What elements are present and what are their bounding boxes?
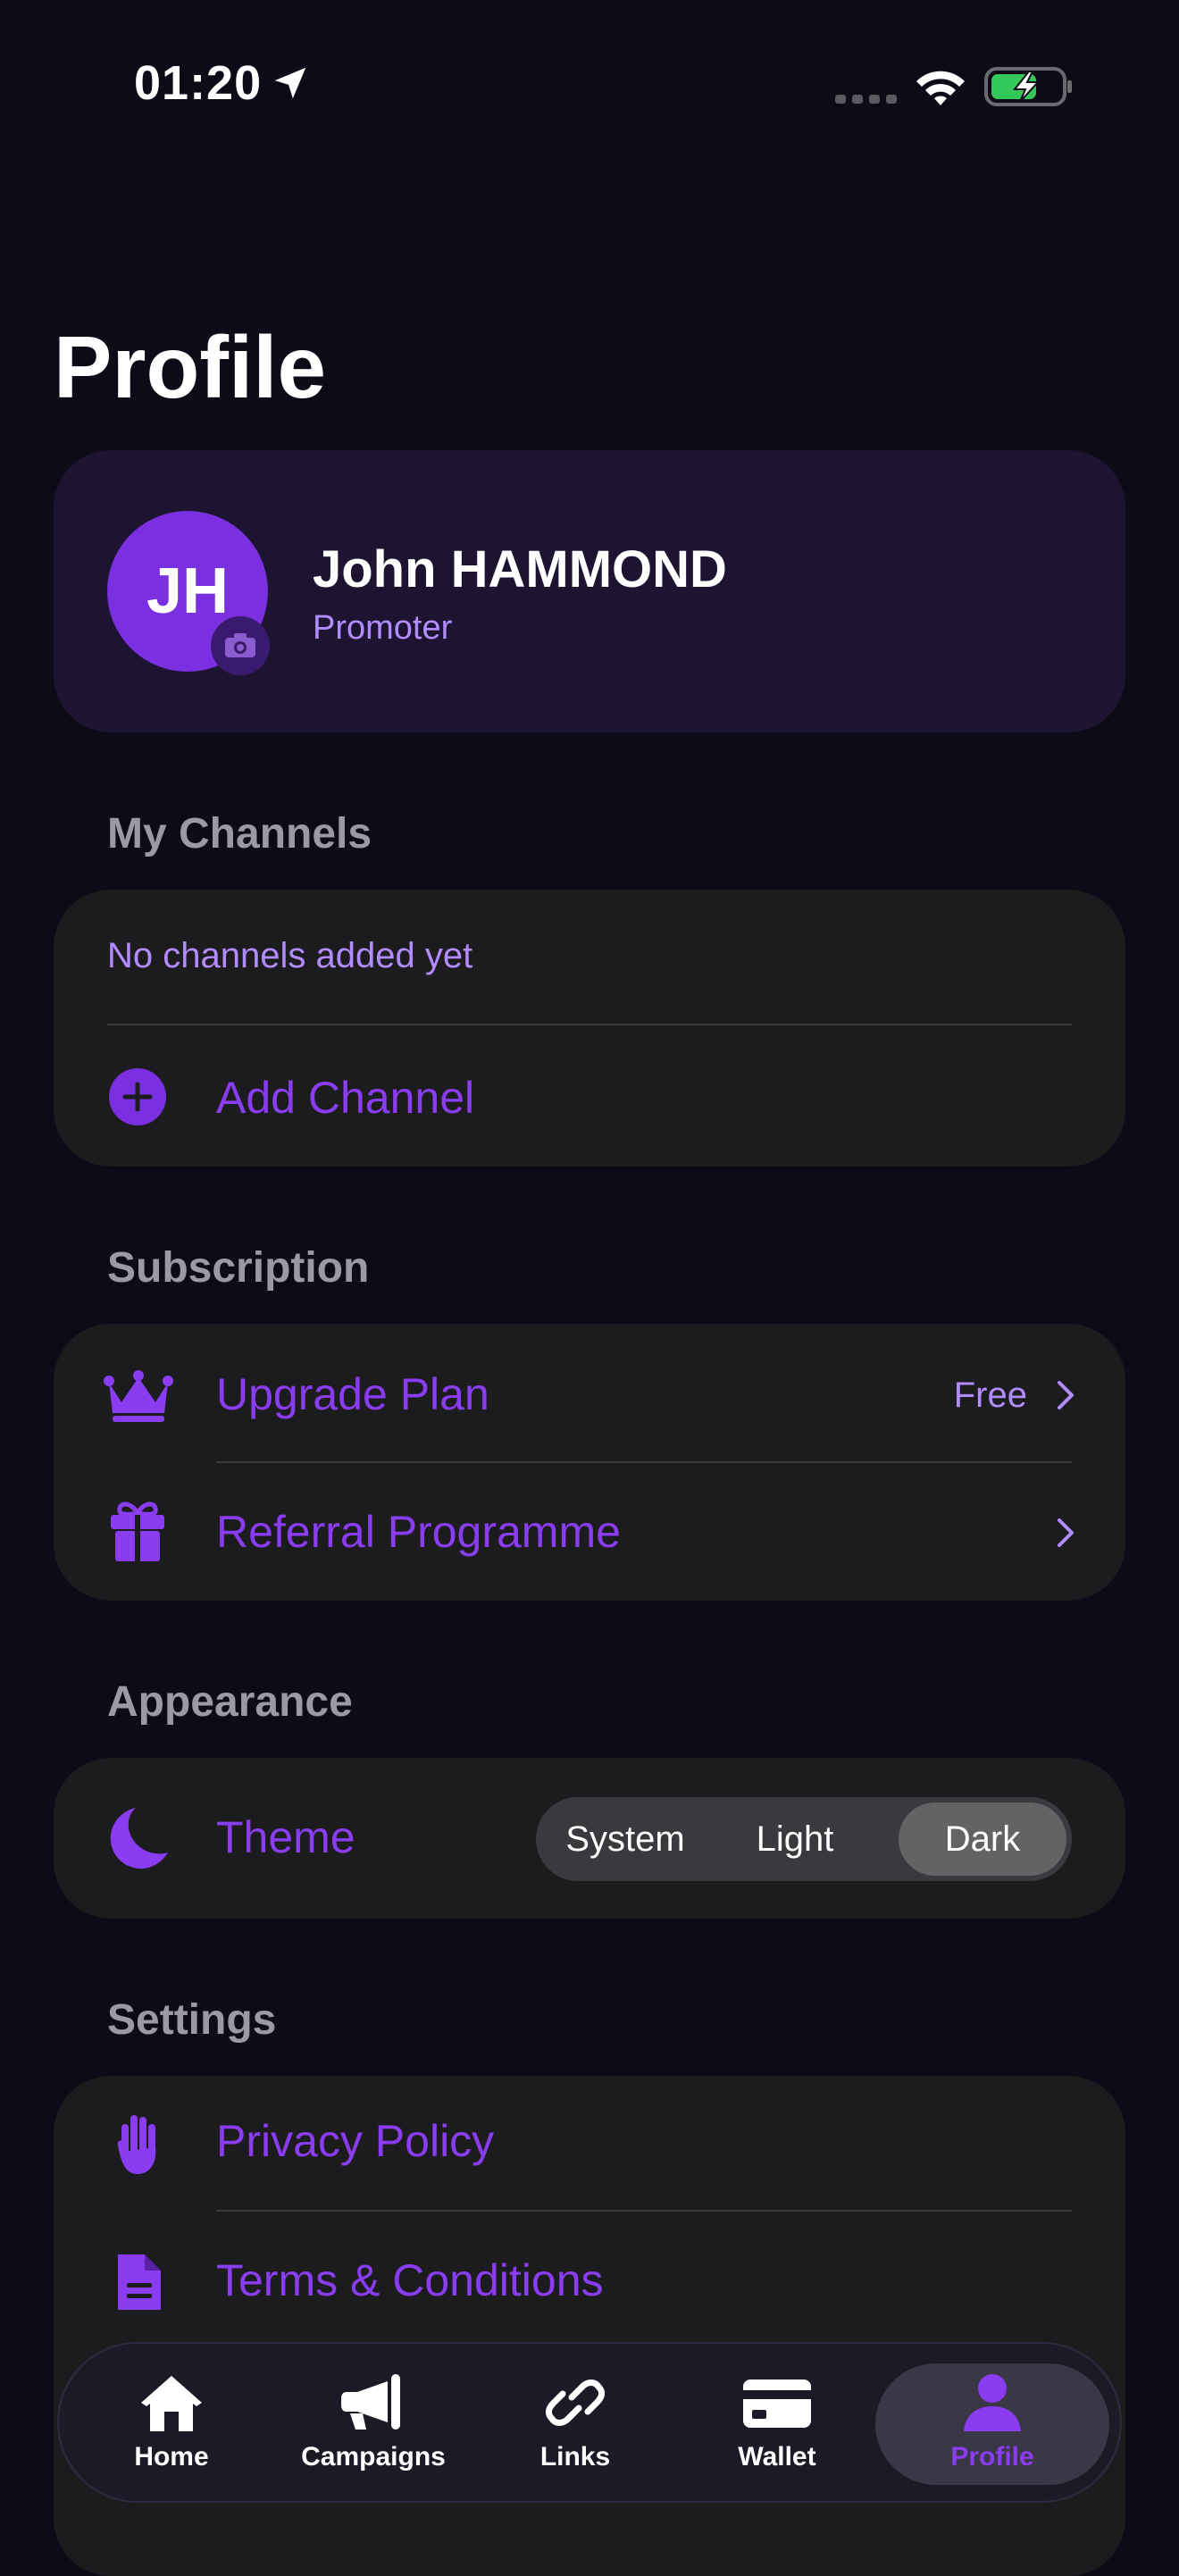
- appearance-card: Theme System Light Dark: [54, 1758, 1125, 1919]
- tab-profile-label: Profile: [950, 2442, 1034, 2471]
- megaphone-icon: [341, 2374, 400, 2430]
- change-photo-button[interactable]: [211, 616, 270, 675]
- page-title: Profile: [54, 318, 326, 416]
- channels-card: No channels added yet Add Channel: [54, 890, 1125, 1167]
- theme-segmented-control[interactable]: System Light Dark: [536, 1797, 1072, 1881]
- person-icon: [964, 2374, 1021, 2431]
- wifi-icon: [916, 71, 965, 105]
- link-icon: [545, 2379, 606, 2426]
- referral-programme-label: Referral Programme: [216, 1507, 621, 1557]
- hand-raised-icon: [117, 2115, 156, 2174]
- status-time: 01:20: [134, 56, 263, 110]
- divider: [107, 1024, 1072, 1025]
- privacy-policy-label: Privacy Policy: [216, 2116, 495, 2166]
- gift-icon: [111, 1501, 164, 1561]
- document-icon: [118, 2254, 161, 2310]
- divider: [216, 1461, 1072, 1463]
- section-label-subscription: Subscription: [107, 1244, 370, 1292]
- avatar-initials: JH: [146, 556, 230, 627]
- divider: [216, 2210, 1072, 2212]
- subscription-card: Upgrade Plan Free Referral Programme: [54, 1324, 1125, 1601]
- add-channel-button[interactable]: Add Channel: [216, 1072, 474, 1124]
- profile-name: John HAMMOND: [313, 540, 727, 598]
- theme-option-dark[interactable]: Dark: [899, 1802, 1066, 1876]
- theme-label: Theme: [216, 1812, 355, 1862]
- upgrade-plan-label: Upgrade Plan: [216, 1369, 489, 1419]
- tab-links-label: Links: [539, 2442, 611, 2471]
- section-label-channels: My Channels: [107, 810, 372, 857]
- status-bar: 01:20: [0, 0, 1179, 170]
- tab-home-label: Home: [134, 2442, 209, 2471]
- tab-bar: Home Campaigns Links Wallet Profile: [57, 2342, 1122, 2503]
- tab-home[interactable]: Home: [73, 2363, 270, 2485]
- plan-value: Free: [953, 1376, 1027, 1415]
- tab-profile[interactable]: Profile: [875, 2363, 1109, 2485]
- no-channels-text: No channels added yet: [107, 936, 473, 975]
- section-label-settings: Settings: [107, 1996, 277, 2044]
- battery-charging-icon: [984, 67, 1072, 106]
- plus-circle-icon: [109, 1068, 166, 1125]
- profile-card[interactable]: JH John HAMMOND Promoter: [54, 450, 1125, 732]
- tab-campaigns-label: Campaigns: [301, 2442, 446, 2471]
- tab-links[interactable]: Links: [477, 2363, 673, 2485]
- tab-wallet-label: Wallet: [738, 2442, 816, 2471]
- tab-wallet[interactable]: Wallet: [679, 2363, 875, 2485]
- chevron-right-icon: [1058, 1381, 1074, 1409]
- profile-role: Promoter: [313, 609, 453, 647]
- home-icon: [141, 2376, 202, 2431]
- location-arrow-icon: [274, 67, 306, 99]
- camera-icon: [225, 633, 255, 657]
- crown-icon: [104, 1370, 173, 1422]
- tab-campaigns[interactable]: Campaigns: [275, 2363, 472, 2485]
- section-label-appearance: Appearance: [107, 1678, 353, 1726]
- wallet-icon: [743, 2379, 811, 2428]
- terms-conditions-label: Terms & Conditions: [216, 2255, 604, 2305]
- chevron-right-icon: [1058, 1518, 1074, 1547]
- theme-option-system[interactable]: System: [545, 1797, 706, 1881]
- cellular-signal-icon: [835, 95, 897, 104]
- theme-option-light[interactable]: Light: [715, 1797, 875, 1881]
- moon-icon: [110, 1808, 168, 1869]
